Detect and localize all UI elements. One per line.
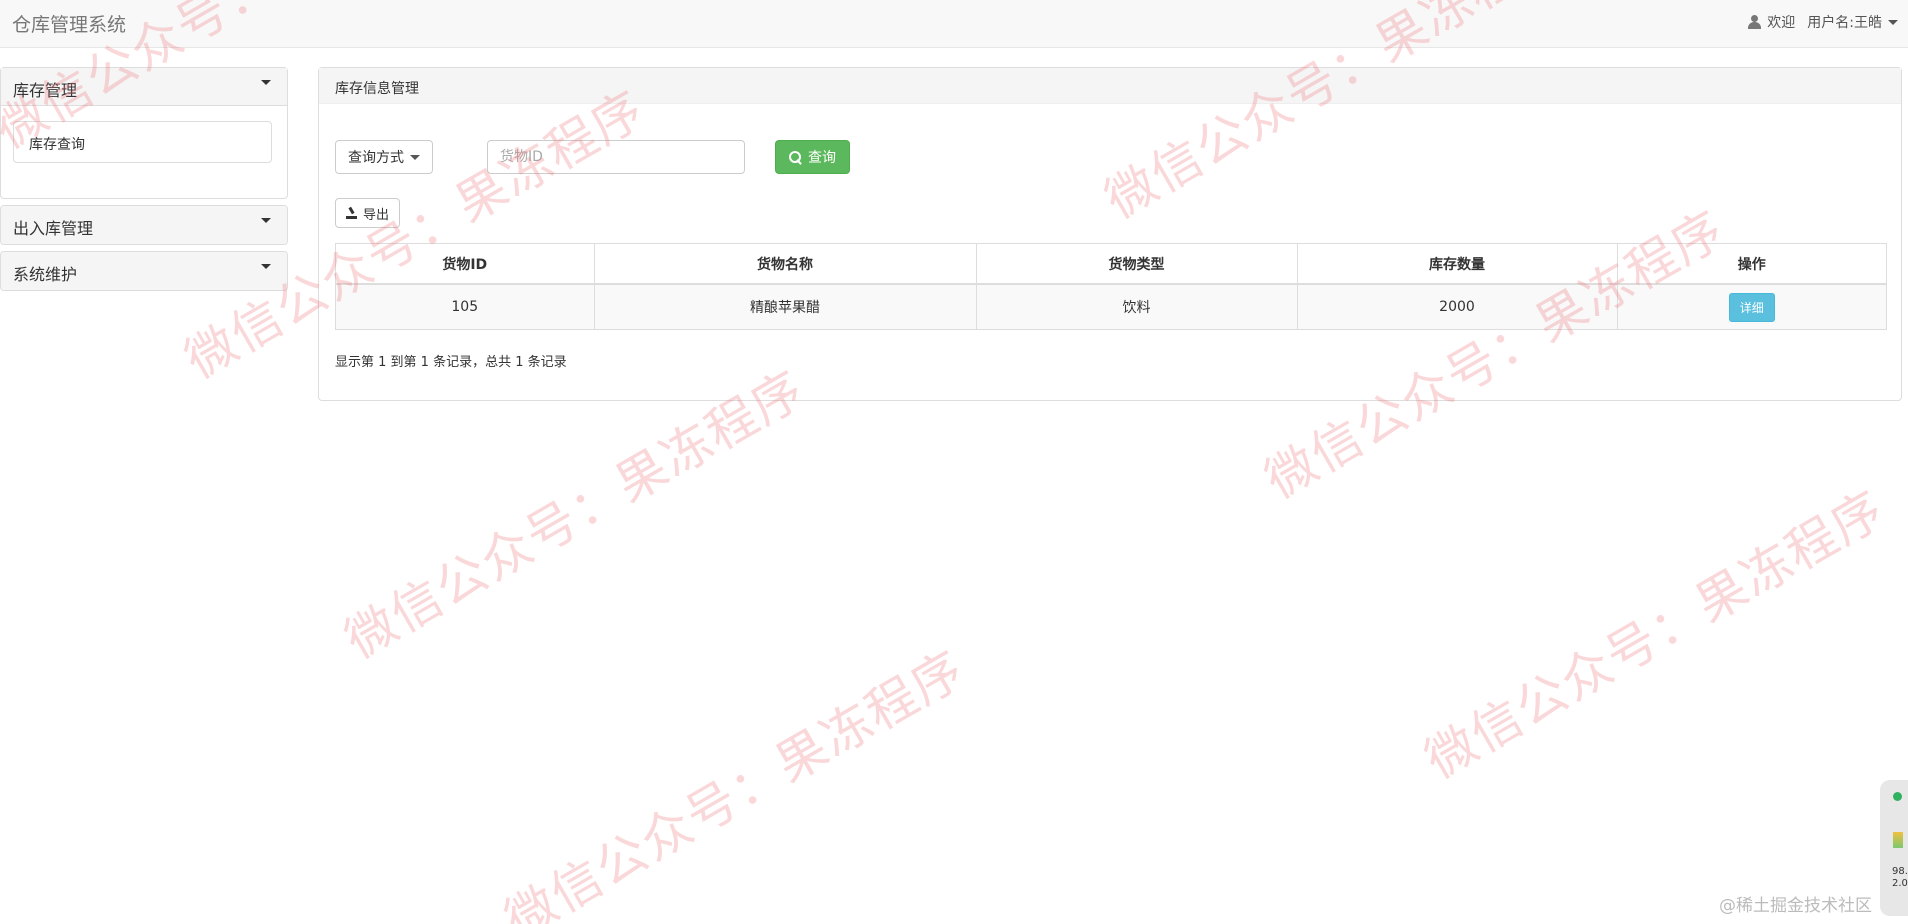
widget-text: 98.72.0 <box>1892 866 1908 890</box>
search-row: 查询方式 查询 <box>335 140 850 174</box>
sidebar-section-body: 库存查询 <box>1 106 287 198</box>
meter-icon <box>1893 832 1903 848</box>
app-brand[interactable]: 仓库管理系统 <box>12 10 126 37</box>
column-header-name[interactable]: 货物名称 <box>594 244 977 285</box>
search-icon <box>789 150 802 164</box>
sidebar-heading-label: 出入库管理 <box>13 219 94 238</box>
sidebar-heading-label: 库存管理 <box>13 81 78 100</box>
export-button-label: 导出 <box>363 207 390 223</box>
chevron-down-icon <box>261 218 271 223</box>
column-header-id[interactable]: 货物ID <box>336 244 595 285</box>
user-menu[interactable]: 欢迎 用户名:王皓 <box>1748 12 1898 32</box>
username-text: 用户名:王皓 <box>1807 15 1882 31</box>
panel-title: 库存信息管理 <box>319 68 1901 104</box>
sidebar-heading-label: 系统维护 <box>13 265 78 284</box>
table-row: 105 精酿苹果醋 饮料 2000 详细 <box>336 284 1886 329</box>
search-button-label: 查询 <box>808 150 836 166</box>
sidebar-item-inventory-query[interactable]: 库存查询 <box>13 121 272 163</box>
sidebar: 库存管理 库存查询 出入库管理 系统维护 <box>0 67 288 297</box>
column-header-quantity[interactable]: 库存数量 <box>1297 244 1618 285</box>
sidebar-section-system: 系统维护 <box>0 251 288 291</box>
search-button[interactable]: 查询 <box>775 140 850 174</box>
query-mode-label: 查询方式 <box>348 150 404 166</box>
inventory-panel: 库存信息管理 查询方式 查询 导出 货物ID 货物名称 货物类型 库存数量 操作 <box>318 67 1902 401</box>
query-mode-dropdown[interactable]: 查询方式 <box>335 140 433 174</box>
export-icon <box>346 207 357 219</box>
credit-text: @稀土掘金技术社区 <box>1719 896 1872 916</box>
chevron-down-icon <box>261 264 271 269</box>
sidebar-heading-stock-io[interactable]: 出入库管理 <box>1 206 287 244</box>
detail-button[interactable]: 详细 <box>1728 292 1775 322</box>
chevron-down-icon <box>1888 19 1898 25</box>
sidebar-heading-system[interactable]: 系统维护 <box>1 252 287 290</box>
widget-line-1: 98.7 <box>1892 866 1908 877</box>
chevron-down-icon <box>261 80 271 85</box>
welcome-text: 欢迎 <box>1767 15 1796 31</box>
widget-line-2: 2.0 <box>1892 878 1908 889</box>
sidebar-section-stock-io: 出入库管理 <box>0 205 288 245</box>
watermark-text: 微信公众号：果冻程序 <box>1415 479 1895 790</box>
user-icon <box>1748 15 1762 29</box>
table-header-row: 货物ID 货物名称 货物类型 库存数量 操作 <box>336 244 1886 285</box>
floating-widget[interactable]: 98.72.0 <box>1880 780 1908 916</box>
watermark-text: 微信公众号：果冻程序 <box>495 639 975 924</box>
sidebar-heading-inventory[interactable]: 库存管理 <box>1 68 287 106</box>
cell-id: 105 <box>336 284 595 329</box>
chevron-down-icon <box>410 154 420 160</box>
top-navbar: 仓库管理系统 欢迎 用户名:王皓 <box>0 0 1908 48</box>
status-dot-icon <box>1893 792 1902 801</box>
cell-action: 详细 <box>1617 284 1886 329</box>
export-button[interactable]: 导出 <box>335 198 401 228</box>
cell-name: 精酿苹果醋 <box>594 284 977 329</box>
pagination-info: 显示第 1 到第 1 条记录，总共 1 条记录 <box>335 355 567 370</box>
inventory-table: 货物ID 货物名称 货物类型 库存数量 操作 105 精酿苹果醋 饮料 2000… <box>335 243 1887 330</box>
sidebar-section-inventory: 库存管理 库存查询 <box>0 67 288 199</box>
column-header-action: 操作 <box>1617 244 1886 285</box>
column-header-type[interactable]: 货物类型 <box>976 244 1298 285</box>
cell-type: 饮料 <box>976 284 1298 329</box>
search-input[interactable] <box>487 140 745 174</box>
cell-quantity: 2000 <box>1297 284 1618 329</box>
